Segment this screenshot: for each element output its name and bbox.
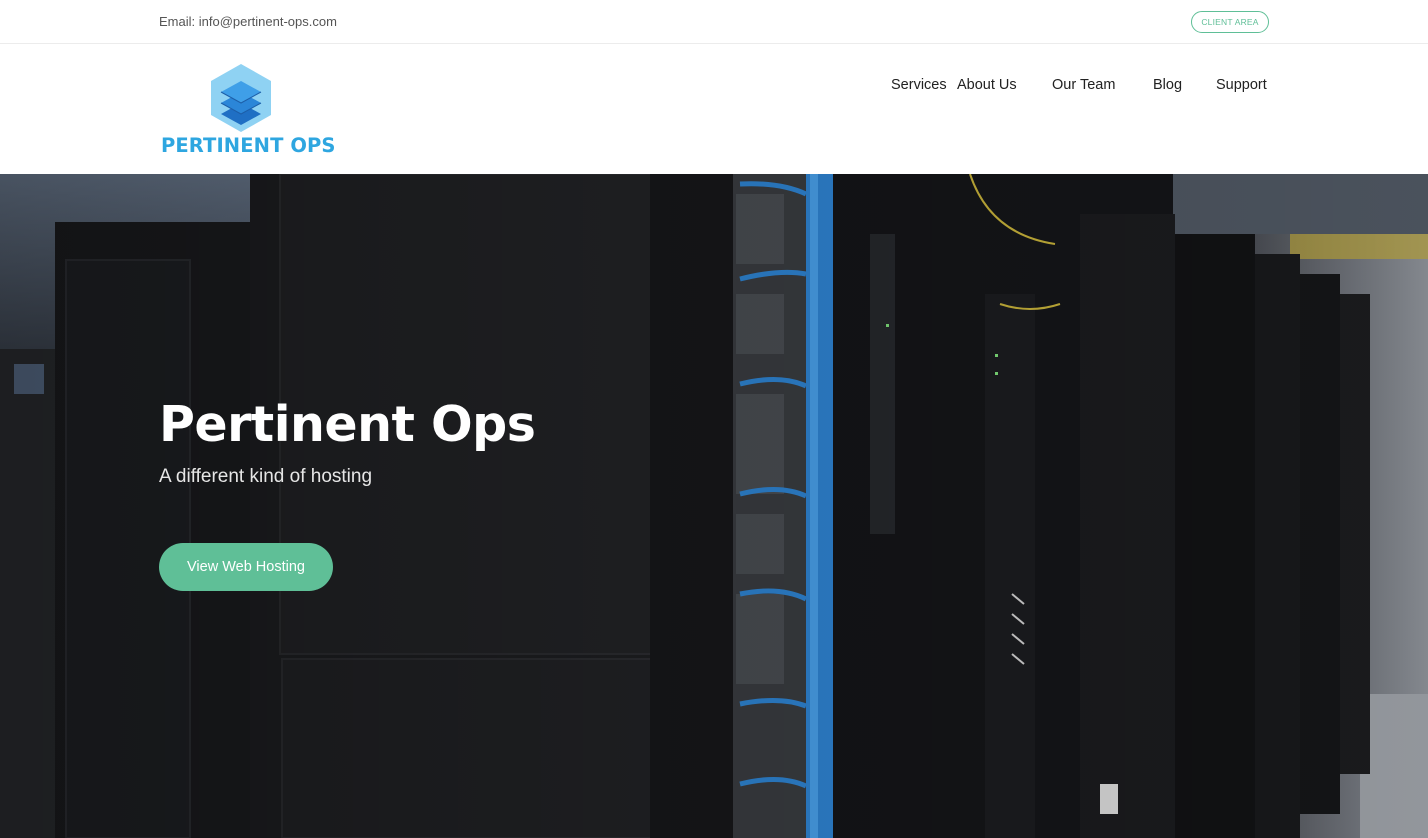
site-logo[interactable]: PERTINENT OPS — [159, 62, 335, 158]
nav-services[interactable]: Services — [891, 77, 947, 93]
nav-about-us[interactable]: About Us — [957, 77, 1017, 93]
site-header: PERTINENT OPS Services About Us Our Team… — [0, 44, 1428, 174]
hero-section: Pertinent Ops A different kind of hostin… — [0, 174, 1428, 838]
nav-blog[interactable]: Blog — [1153, 77, 1182, 93]
top-bar: Email: info@pertinent-ops.com CLIENT ARE… — [0, 0, 1428, 44]
hero-subtitle: A different kind of hosting — [159, 466, 373, 487]
contact-email[interactable]: Email: info@pertinent-ops.com — [159, 14, 337, 29]
view-web-hosting-button[interactable]: View Web Hosting — [159, 543, 333, 591]
nav-support[interactable]: Support — [1216, 77, 1267, 93]
hero-title: Pertinent Ops — [159, 396, 536, 453]
logo-wordmark: PERTINENT OPS — [161, 134, 336, 157]
client-area-button[interactable]: CLIENT AREA — [1191, 11, 1269, 33]
nav-our-team[interactable]: Our Team — [1052, 77, 1115, 93]
stacked-layers-hexagon-icon — [211, 64, 271, 132]
hero-dark-overlay — [0, 174, 1428, 838]
